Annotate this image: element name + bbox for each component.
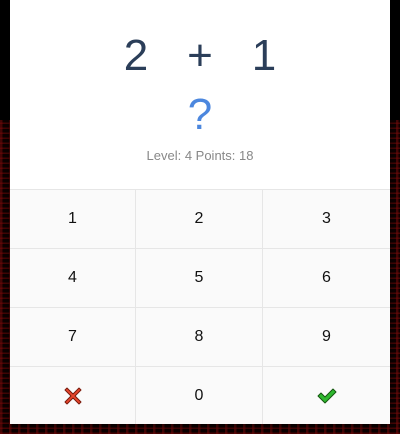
key-3[interactable]: 3 xyxy=(263,190,390,249)
number-keypad: 1 2 3 4 5 6 7 8 9 0 xyxy=(10,189,390,424)
key-8[interactable]: 8 xyxy=(136,308,263,367)
key-6[interactable]: 6 xyxy=(263,249,390,308)
clear-button[interactable] xyxy=(10,367,136,424)
left-operand: 2 xyxy=(123,31,149,80)
key-2[interactable]: 2 xyxy=(136,190,263,249)
submit-button[interactable] xyxy=(263,367,390,424)
key-1[interactable]: 1 xyxy=(10,190,136,249)
key-7[interactable]: 7 xyxy=(10,308,136,367)
x-mark-icon xyxy=(64,387,81,405)
check-mark-icon xyxy=(317,388,336,404)
right-operand: 1 xyxy=(251,31,277,80)
math-game-card: 2 + 1 ? Level: 4 Points: 18 1 2 3 4 5 6 … xyxy=(10,0,390,424)
math-problem: 2 + 1 xyxy=(10,28,390,84)
key-9[interactable]: 9 xyxy=(263,308,390,367)
key-4[interactable]: 4 xyxy=(10,249,136,308)
key-5[interactable]: 5 xyxy=(136,249,263,308)
operator: + xyxy=(187,31,213,80)
level-points-status: Level: 4 Points: 18 xyxy=(146,148,254,163)
answer-display: ? xyxy=(187,90,213,139)
key-0[interactable]: 0 xyxy=(136,367,263,424)
